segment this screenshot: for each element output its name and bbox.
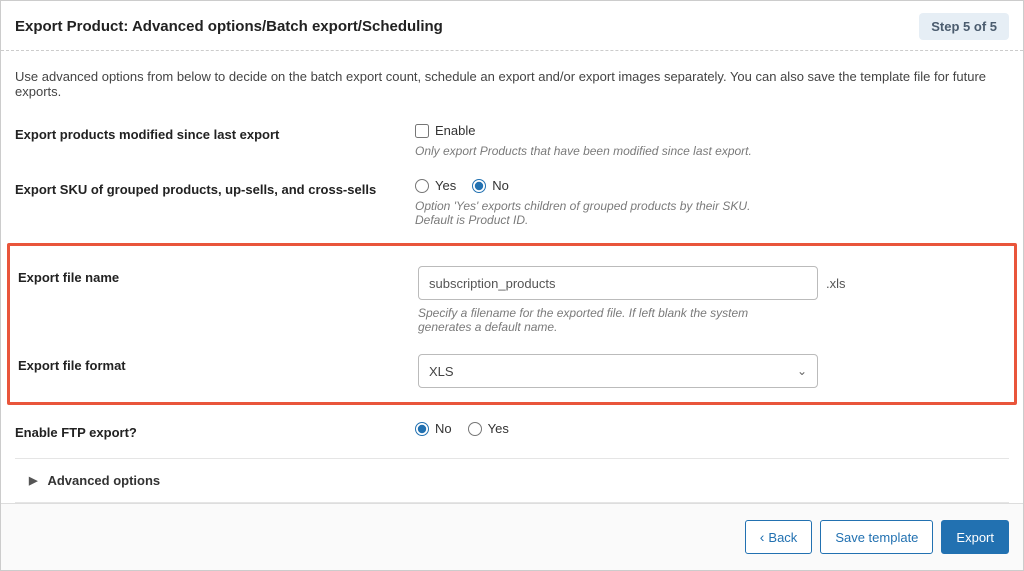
export-button[interactable]: Export [941,520,1009,554]
ftp-no-radio[interactable] [415,422,429,436]
save-template-button[interactable]: Save template [820,520,933,554]
ftp-yes-label: Yes [488,421,509,436]
sku-no-option[interactable]: No [472,178,509,193]
row-modified-since: Export products modified since last expo… [15,113,1009,168]
help-modified-since: Only export Products that have been modi… [415,144,785,158]
sku-no-radio[interactable] [472,179,486,193]
enable-checkbox-wrap[interactable]: Enable [415,123,1009,138]
back-button-label: Back [768,530,797,545]
enable-checkbox-label: Enable [435,123,475,138]
sku-no-label: No [492,178,509,193]
row-file-format: Export file format XLS ⌄ [18,344,1006,388]
row-ftp: Enable FTP export? No Yes [15,411,1009,450]
file-extension: .xls [826,276,846,291]
label-file-format: Export file format [18,354,418,373]
advanced-options-toggle[interactable]: ▶ Advanced options [15,458,1009,503]
page-description: Use advanced options from below to decid… [1,51,1023,113]
back-button[interactable]: ‹ Back [745,520,813,554]
step-badge: Step 5 of 5 [919,13,1009,40]
footer: ‹ Back Save template Export [1,503,1023,570]
row-export-sku: Export SKU of grouped products, up-sells… [15,168,1009,237]
file-format-select[interactable]: XLS ⌄ [418,354,818,388]
label-file-name: Export file name [18,266,418,285]
chevron-left-icon: ‹ [760,530,765,544]
file-format-value: XLS [429,364,454,379]
export-button-label: Export [956,530,994,545]
triangle-right-icon: ▶ [29,474,37,487]
advanced-options-label: Advanced options [47,473,160,488]
chevron-down-icon: ⌄ [797,364,807,378]
label-ftp: Enable FTP export? [15,421,415,440]
ftp-no-option[interactable]: No [415,421,452,436]
ftp-no-label: No [435,421,452,436]
label-modified-since: Export products modified since last expo… [15,123,415,142]
ftp-yes-option[interactable]: Yes [468,421,509,436]
enable-checkbox[interactable] [415,124,429,138]
highlight-box: Export file name .xls Specify a filename… [7,243,1017,405]
help-export-sku: Option 'Yes' exports children of grouped… [415,199,785,227]
sku-yes-option[interactable]: Yes [415,178,456,193]
label-export-sku: Export SKU of grouped products, up-sells… [15,178,415,197]
sku-yes-label: Yes [435,178,456,193]
ftp-yes-radio[interactable] [468,422,482,436]
page-title: Export Product: Advanced options/Batch e… [15,18,443,35]
help-file-name: Specify a filename for the exported file… [418,306,788,334]
file-name-input[interactable] [418,266,818,300]
save-template-label: Save template [835,530,918,545]
row-file-name: Export file name .xls Specify a filename… [18,256,1006,344]
sku-yes-radio[interactable] [415,179,429,193]
